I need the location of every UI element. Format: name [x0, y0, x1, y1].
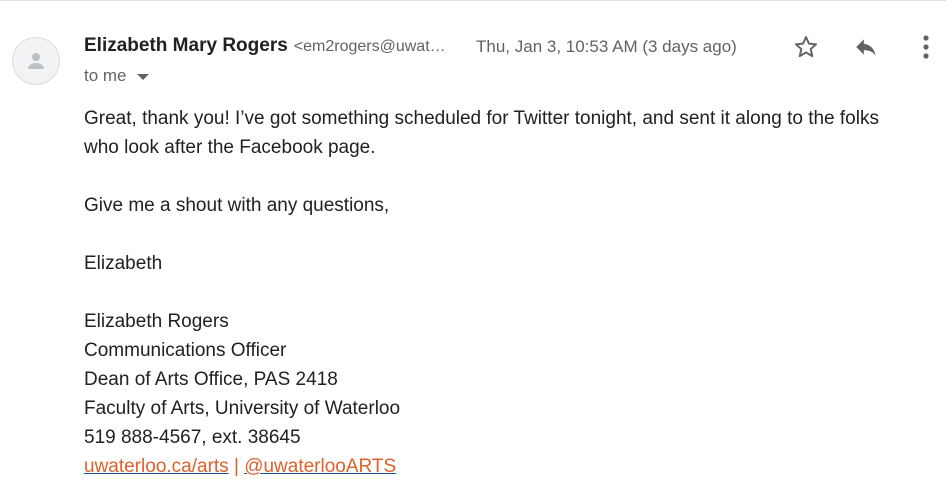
- star-outline-icon: [794, 36, 818, 58]
- signature-phone: 519 888-4567, ext. 38645: [84, 427, 301, 448]
- link-separator: |: [228, 456, 245, 477]
- sender-line: Elizabeth Mary Rogers <em2rogers@uwaterl…: [84, 35, 452, 57]
- website-link[interactable]: uwaterloo.ca/arts: [84, 456, 229, 477]
- recipients-toggle[interactable]: to me: [84, 66, 149, 86]
- signature-links: uwaterloo.ca/arts | @uwaterlooARTS: [84, 452, 924, 481]
- more-options-button[interactable]: [906, 27, 946, 67]
- sender-email[interactable]: <em2rogers@uwaterloo.ca>: [294, 38, 452, 56]
- signature-office: Dean of Arts Office, PAS 2418: [84, 369, 338, 390]
- body-line: Great, thank you! I’ve got something sch…: [84, 108, 879, 129]
- star-button[interactable]: [786, 27, 826, 67]
- divider: [0, 0, 946, 1]
- timestamp[interactable]: Thu, Jan 3, 10:53 AM (3 days ago): [476, 37, 737, 57]
- reply-button[interactable]: [846, 27, 886, 67]
- email-message: Elizabeth Mary Rogers <em2rogers@uwaterl…: [0, 0, 946, 490]
- message-body: Great, thank you! I’ve got something sch…: [84, 104, 924, 481]
- recipients-label: to me: [84, 66, 127, 85]
- more-vert-icon: [923, 35, 929, 59]
- reply-icon: [856, 39, 876, 56]
- person-icon: [28, 53, 44, 69]
- body-line: Elizabeth: [84, 253, 163, 274]
- signature-faculty: Faculty of Arts, University of Waterloo: [84, 398, 401, 419]
- signature: Elizabeth Rogers Communications Officer …: [84, 307, 924, 481]
- twitter-link[interactable]: @uwaterlooARTS: [244, 456, 396, 477]
- caret-down-icon: [136, 74, 149, 80]
- signature-name: Elizabeth Rogers: [84, 311, 229, 332]
- signature-title: Communications Officer: [84, 340, 287, 361]
- sender-name[interactable]: Elizabeth Mary Rogers: [84, 35, 288, 57]
- avatar[interactable]: [12, 37, 60, 85]
- body-line: Give me a shout with any questions,: [84, 195, 390, 216]
- body-line: who look after the Facebook page.: [84, 137, 376, 158]
